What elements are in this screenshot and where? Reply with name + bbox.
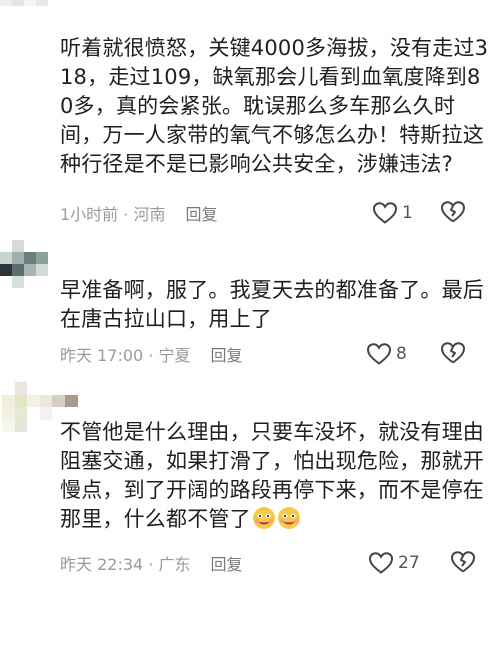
like-button[interactable]: 27 bbox=[368, 551, 420, 575]
like-count: 1 bbox=[402, 203, 413, 223]
reply-button[interactable]: 回复 bbox=[185, 201, 217, 225]
broken-heart-icon bbox=[441, 201, 465, 223]
comment-meta: 1小时前 · 河南 回复 bbox=[60, 201, 217, 225]
broken-heart-icon bbox=[451, 551, 475, 573]
like-button[interactable]: 8 bbox=[366, 342, 407, 366]
comment-meta: 昨天 22:34 · 广东 回复 bbox=[60, 551, 242, 575]
comment-time-location: 1小时前 · 河南 bbox=[60, 205, 166, 224]
comment-time-location: 昨天 17:00 · 宁夏 bbox=[60, 346, 191, 365]
comment-time-location: 昨天 22:34 · 广东 bbox=[60, 555, 191, 574]
heart-outline-icon bbox=[372, 202, 398, 224]
reply-button[interactable]: 回复 bbox=[210, 551, 242, 575]
nervous-face-emoji bbox=[277, 506, 301, 530]
like-count: 8 bbox=[396, 344, 407, 364]
comment-text: 早准备啊，服了。我夏天去的都准备了。最后在唐古拉山口，用上了 bbox=[60, 278, 484, 331]
dislike-button[interactable] bbox=[440, 341, 466, 369]
comment-meta: 昨天 17:00 · 宁夏 回复 bbox=[60, 342, 242, 366]
reply-button[interactable]: 回复 bbox=[210, 342, 242, 366]
nervous-face-emoji bbox=[252, 506, 276, 530]
like-count: 27 bbox=[398, 553, 420, 573]
heart-outline-icon bbox=[368, 552, 394, 574]
comment-text: 听着就很愤怒，关键4000多海拔，没有走过318，走过109，缺氧那会儿看到血氧… bbox=[60, 36, 489, 176]
avatar[interactable] bbox=[0, 240, 48, 288]
comment-actions: 1 bbox=[372, 200, 465, 226]
dislike-button[interactable] bbox=[450, 550, 476, 578]
comment-actions: 8 bbox=[366, 341, 465, 367]
comment-text: 不管他是什么理由，只要车没坏，就没有理由阻塞交通，如果打滑了，怕出现危险，那就开… bbox=[60, 418, 490, 534]
comment-actions: 27 bbox=[368, 550, 475, 576]
avatar[interactable] bbox=[0, 0, 48, 18]
dislike-button[interactable] bbox=[440, 200, 466, 228]
heart-outline-icon bbox=[366, 343, 392, 365]
like-button[interactable]: 1 bbox=[372, 201, 413, 225]
broken-heart-icon bbox=[441, 342, 465, 364]
